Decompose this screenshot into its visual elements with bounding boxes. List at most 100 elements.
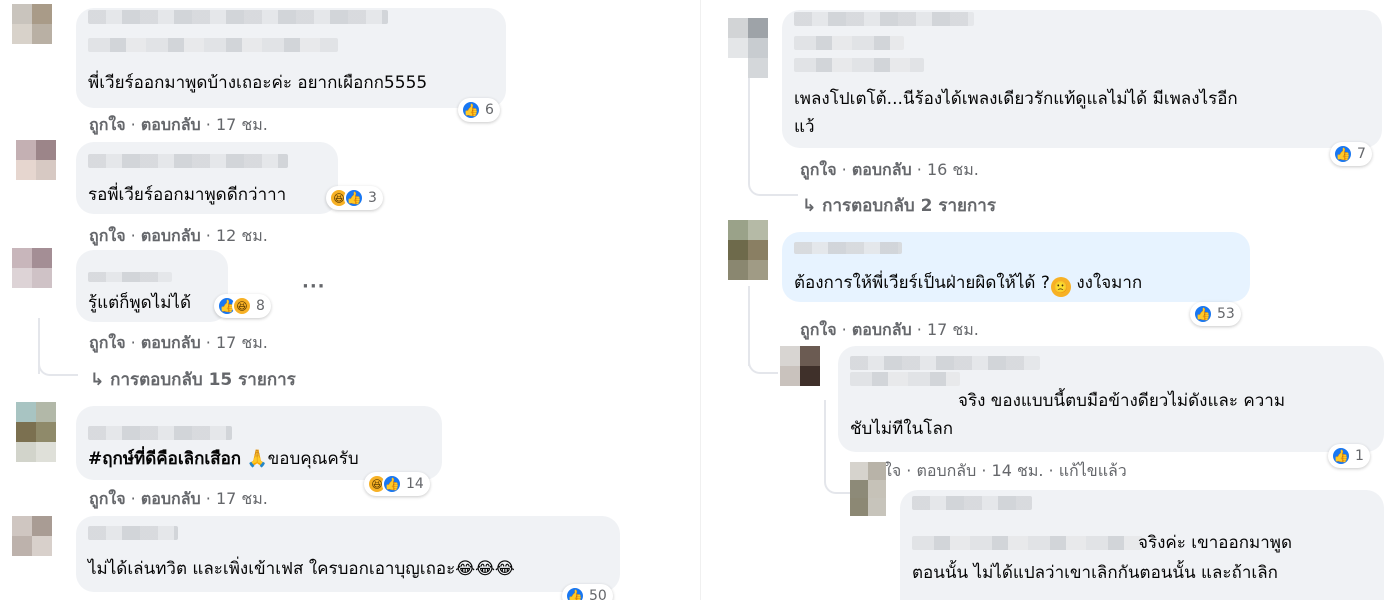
comment-bubble: จริง ของแบบนี้ตบมือข้างดียวไม่ดังและ ควา… bbox=[838, 346, 1384, 452]
timestamp[interactable]: 17 ชม. bbox=[216, 489, 268, 508]
author-name-blurred bbox=[88, 38, 338, 52]
comment-text: พี่เวียร์ออกมาพูดบ้างเถอะค่ะ อยากเผือกก5… bbox=[88, 73, 428, 93]
prayer-emoji: 🙏 bbox=[246, 449, 268, 469]
comment-text-line2: ตอนนั้น ไม่ได้แปลว่าเขาเลิกกันตอนนั้น แล… bbox=[912, 563, 1278, 583]
like-icon: 👍 bbox=[382, 474, 402, 494]
avatar[interactable] bbox=[16, 140, 56, 180]
comment: ต้องการให้พี่เวียร์เป็นฝ่ายผิดให้ได้ ? 🙁 … bbox=[704, 220, 1400, 344]
reaction-summary[interactable]: 👍 7 bbox=[1330, 142, 1372, 166]
comment-bubble: เพลงโปเตโต้...นีร้องได้เพลงเดียวรักแท้ดู… bbox=[782, 10, 1382, 148]
author-name-blurred[interactable] bbox=[88, 154, 288, 168]
comment: รอพี่เวียร์ออกมาพูดดีกว่าาา 😆 👍 3 ถูกใจ … bbox=[0, 140, 700, 250]
reply-link[interactable]: ตอบกลับ bbox=[141, 115, 201, 134]
avatar[interactable] bbox=[12, 248, 52, 288]
reaction-summary[interactable]: 😆 👍 3 bbox=[326, 186, 383, 210]
like-link[interactable]: ถูกใจ bbox=[89, 115, 126, 134]
reaction-count: 53 bbox=[1217, 306, 1235, 322]
sad-face-emoji: 🙁 bbox=[1050, 277, 1071, 297]
avatar[interactable] bbox=[16, 402, 56, 442]
comment: รู้แต่ก็พูดไม่ได้ 👍 😆 8 ··· ถูกใจ · ตอบก… bbox=[0, 248, 700, 398]
avatar[interactable] bbox=[728, 220, 768, 260]
comment-bubble: รอพี่เวียร์ออกมาพูดดีกว่าาา bbox=[76, 142, 338, 214]
like-icon: 👍 bbox=[344, 188, 364, 208]
reaction-count: 7 bbox=[1357, 146, 1366, 162]
comment-text: ไม่ได้เล่นทวิต และเพิ่งเข้าเฟส ใครบอกเอา… bbox=[88, 559, 515, 579]
reaction-count: 3 bbox=[368, 190, 377, 206]
haha-icon: 😆 bbox=[232, 296, 252, 316]
avatar[interactable] bbox=[728, 18, 768, 58]
avatar[interactable] bbox=[12, 4, 52, 44]
timestamp[interactable]: 16 ชม. bbox=[927, 160, 979, 179]
comment-text: รอพี่เวียร์ออกมาพูดดีกว่าาา bbox=[88, 185, 287, 205]
comment-text: ต้องการให้พี่เวียร์เป็นฝ่ายผิดให้ได้ ? 🙁 … bbox=[794, 270, 1142, 297]
reply-link[interactable]: ตอบกลับ bbox=[141, 333, 201, 352]
author-name-blurred[interactable] bbox=[88, 272, 172, 282]
timestamp[interactable]: 12 ชม. bbox=[216, 226, 268, 245]
reply-link[interactable]: ตอบกลับ bbox=[852, 320, 912, 339]
avatar-lower bbox=[728, 58, 768, 78]
comment-bubble: ไม่ได้เล่นทวิต และเพิ่งเข้าเฟส ใครบอกเอา… bbox=[76, 516, 620, 592]
laughing-emojis: 😂😂😂 bbox=[455, 559, 515, 579]
author-name-blurred[interactable] bbox=[88, 426, 232, 440]
more-options-icon[interactable]: ··· bbox=[302, 276, 326, 297]
like-icon: 👍 bbox=[565, 586, 585, 600]
comment-actions: ถูกใจ · ตอบกลับ · 17 ชม. bbox=[89, 333, 268, 352]
reaction-summary[interactable]: 😆 👍 14 bbox=[364, 472, 430, 496]
comment-text-line2: แว้ bbox=[794, 117, 815, 137]
timestamp[interactable]: 17 ชม. bbox=[927, 320, 979, 339]
like-link[interactable]: ถูกใจ bbox=[89, 226, 126, 245]
comment-bubble: จริงค่ะ เขาออกมาพูด ตอนนั้น ไม่ได้แปลว่า… bbox=[900, 490, 1384, 600]
author-name-blurred[interactable] bbox=[794, 242, 902, 254]
view-replies-link[interactable]: ↳ การตอบกลับ 2 รายการ bbox=[802, 192, 996, 219]
reaction-count: 8 bbox=[256, 298, 265, 314]
comment: #ฤกษ์ที่ดีคือเลิกเสือก 🙏ขอบคุณครับ 😆 👍 1… bbox=[0, 400, 700, 512]
comment-actions: ถูกใจ · ตอบกลับ · 17 ชม. bbox=[800, 320, 979, 339]
reaction-summary[interactable]: 👍 50 bbox=[562, 584, 613, 600]
author-name-blurred[interactable] bbox=[88, 10, 388, 24]
comment: ไม่ได้เล่นทวิต และเพิ่งเข้าเฟส ใครบอกเอา… bbox=[0, 510, 700, 600]
author-name-blurred[interactable] bbox=[850, 356, 1040, 370]
timestamp[interactable]: 17 ชม. bbox=[216, 333, 268, 352]
right-comment-column: เพลงโปเตโต้...นีร้องได้เพลงเดียวรักแท้ดู… bbox=[704, 0, 1400, 600]
author-name-blurred[interactable] bbox=[88, 526, 178, 540]
reaction-summary[interactable]: 👍 6 bbox=[458, 98, 500, 122]
comment-actions: ถูกใจ · ตอบกลับ · 12 ชม. bbox=[89, 226, 268, 245]
comment-text: รู้แต่ก็พูดไม่ได้ bbox=[88, 293, 192, 313]
author-name-blurred bbox=[912, 536, 1142, 550]
like-icon: 👍 bbox=[461, 100, 481, 120]
comment: เพลงโปเตโต้...นีร้องได้เพลงเดียวรักแท้ดู… bbox=[704, 0, 1400, 216]
reply-arrow-icon: ↳ bbox=[802, 196, 817, 216]
author-name-blurred[interactable] bbox=[794, 12, 974, 26]
comment-text-line2: ชับไม่ทีในโลก bbox=[850, 419, 954, 439]
like-link[interactable]: ถูกใจ bbox=[89, 333, 126, 352]
avatar-lower bbox=[16, 442, 56, 466]
hashtag-link[interactable]: #ฤกษ์ที่ดีคือเลิกเสือก bbox=[88, 449, 241, 469]
like-link[interactable]: ถูกใจ bbox=[800, 160, 837, 179]
comment-text: จริง ของแบบนี้ตบมือข้างดียวไม่ดังและ ควา… bbox=[958, 391, 1286, 411]
comment-text: จริงค่ะ เขาออกมาพูด bbox=[1138, 533, 1292, 553]
timestamp[interactable]: 17 ชม. bbox=[216, 115, 268, 134]
reaction-summary[interactable]: 👍 😆 8 bbox=[214, 294, 271, 318]
author-name-blurred bbox=[794, 58, 924, 72]
reply-arrow-icon: ↳ bbox=[90, 370, 105, 390]
like-icon: 👍 bbox=[1193, 304, 1213, 324]
comment-actions: ถูกใจ · ตอบกลับ · 17 ชม. bbox=[89, 115, 268, 134]
reply-link[interactable]: ตอบกลับ bbox=[141, 489, 201, 508]
like-link[interactable]: ถูกใจ bbox=[800, 320, 837, 339]
avatar[interactable] bbox=[850, 462, 886, 498]
left-comment-column: พี่เวียร์ออกมาพูดบ้างเถอะค่ะ อยากเผือกก5… bbox=[0, 0, 700, 600]
like-link[interactable]: ถูกใจ bbox=[89, 489, 126, 508]
author-name-blurred[interactable] bbox=[912, 496, 1032, 510]
avatar[interactable] bbox=[780, 346, 820, 386]
comment-bubble: #ฤกษ์ที่ดีคือเลิกเสือก 🙏ขอบคุณครับ bbox=[76, 406, 442, 480]
avatar[interactable] bbox=[12, 516, 52, 556]
comment-actions: ถูกใจ · ตอบกลับ · 17 ชม. bbox=[89, 489, 268, 508]
reply-link[interactable]: ตอบกลับ bbox=[852, 160, 912, 179]
reply-link[interactable]: ตอบกลับ bbox=[141, 226, 201, 245]
view-replies-link[interactable]: ↳ การตอบกลับ 15 รายการ bbox=[90, 366, 296, 393]
comment-bubble: รู้แต่ก็พูดไม่ได้ bbox=[76, 250, 228, 322]
reaction-count: 50 bbox=[589, 588, 607, 600]
comment-bubble-highlighted: ต้องการให้พี่เวียร์เป็นฝ่ายผิดให้ได้ ? 🙁 … bbox=[782, 232, 1250, 302]
reaction-count: 6 bbox=[485, 102, 494, 118]
reaction-summary[interactable]: 👍 53 bbox=[1190, 302, 1241, 326]
